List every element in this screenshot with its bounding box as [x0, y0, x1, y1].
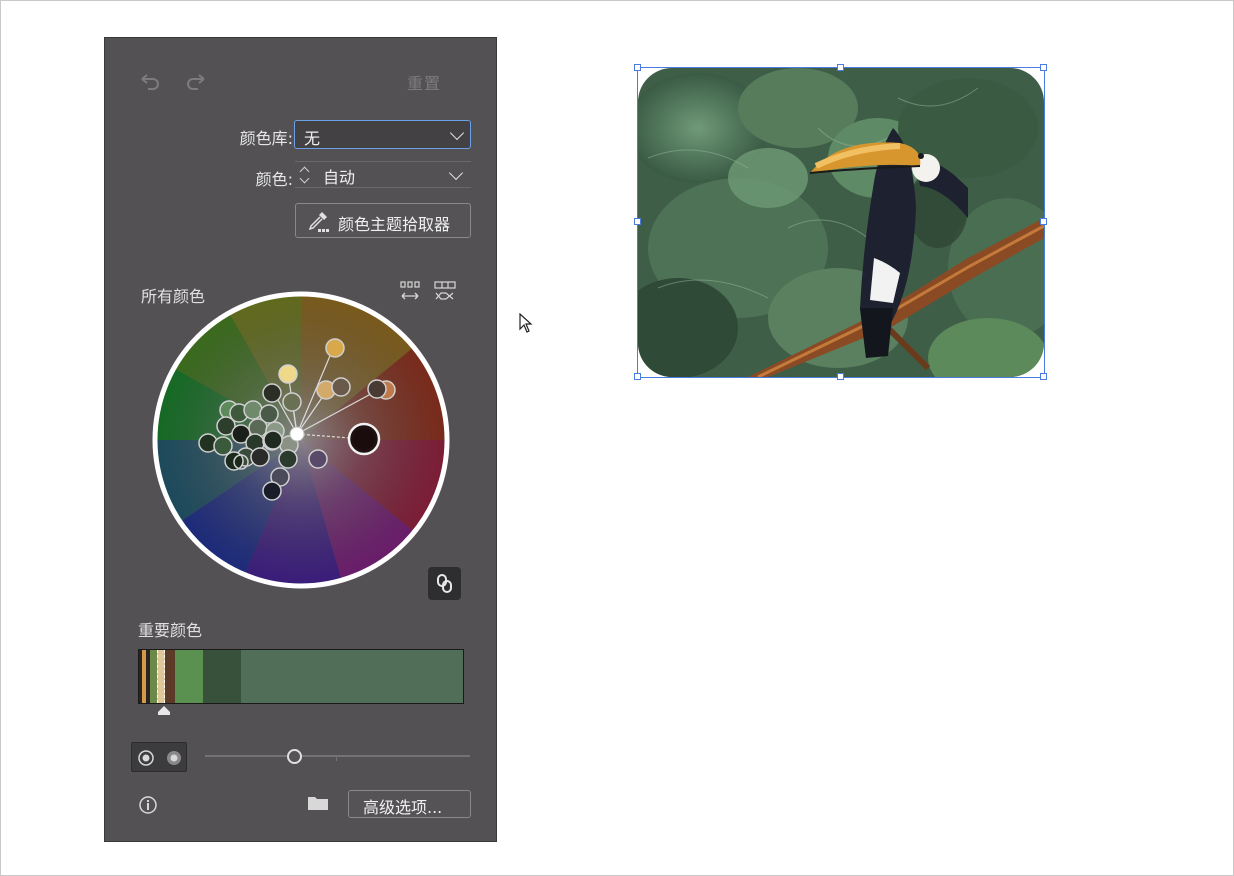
color-count-field[interactable]: 自动 [295, 161, 471, 188]
resize-handle-left[interactable] [634, 218, 641, 225]
color-label: 颜色: [255, 170, 293, 189]
mouse-cursor-icon [519, 313, 533, 333]
resize-handle-bottom[interactable] [837, 373, 844, 380]
swatch-marker-icon[interactable] [157, 706, 171, 716]
brightness-mode-icon[interactable] [165, 749, 183, 767]
spin-down-icon[interactable] [299, 173, 310, 184]
link-harmony-button[interactable] [428, 567, 461, 600]
important-colors-bar[interactable] [138, 649, 464, 704]
recolor-artwork-panel: 重置 颜色库: 无 颜色: 自动 颜色主题拾取器 所有颜色 重要颜色 高级选项.… [104, 37, 497, 842]
wheel-mode-toggle[interactable] [131, 742, 187, 772]
swatch-dark-green[interactable] [203, 650, 241, 703]
swatch-brown[interactable] [165, 650, 175, 703]
important-colors-label: 重要颜色 [138, 621, 203, 640]
advanced-options-button[interactable]: 高级选项... [348, 790, 471, 818]
slider-center-tick [336, 757, 337, 761]
swatch-green[interactable] [175, 650, 203, 703]
reset-button[interactable]: 重置 [407, 70, 441, 94]
selected-toucan-artwork[interactable] [634, 64, 1047, 380]
undo-icon[interactable] [138, 70, 162, 94]
resize-handle-top-left[interactable] [634, 64, 641, 71]
saturation-mode-icon[interactable] [137, 749, 155, 767]
resize-handle-bottom-left[interactable] [634, 373, 641, 380]
selection-bounding-box [637, 67, 1045, 378]
artboard: 重置 颜色库: 无 颜色: 自动 颜色主题拾取器 所有颜色 重要颜色 高级选项.… [0, 0, 1234, 876]
resize-handle-right[interactable] [1040, 218, 1047, 225]
color-wheel-graphic[interactable] [150, 289, 452, 591]
chevron-down-icon [449, 125, 465, 141]
link-icon [437, 574, 452, 593]
brightness-slider-track[interactable] [205, 755, 470, 757]
advanced-options-label: 高级选项... [363, 798, 443, 817]
color-wheel[interactable] [150, 289, 452, 591]
color-theme-picker-button[interactable]: 颜色主题拾取器 [295, 203, 471, 238]
color-theme-picker-label: 颜色主题拾取器 [338, 215, 451, 234]
color-library-value: 无 [304, 129, 321, 148]
swatch-grey-green[interactable] [241, 650, 463, 703]
brightness-slider-thumb[interactable] [287, 749, 302, 764]
chevron-down-icon[interactable] [448, 165, 464, 181]
color-library-select[interactable]: 无 [294, 120, 471, 149]
resize-handle-top-right[interactable] [1040, 64, 1047, 71]
resize-handle-bottom-right[interactable] [1040, 373, 1047, 380]
color-library-label: 颜色库: [239, 129, 293, 148]
folder-icon[interactable] [307, 794, 329, 812]
swatch-olive[interactable] [150, 650, 157, 703]
swatch-tan[interactable] [157, 650, 165, 703]
resize-handle-top[interactable] [837, 64, 844, 71]
eyedropper-icon [308, 212, 329, 232]
info-icon[interactable] [138, 795, 158, 815]
color-count-value: 自动 [323, 168, 356, 187]
redo-icon[interactable] [184, 70, 208, 94]
